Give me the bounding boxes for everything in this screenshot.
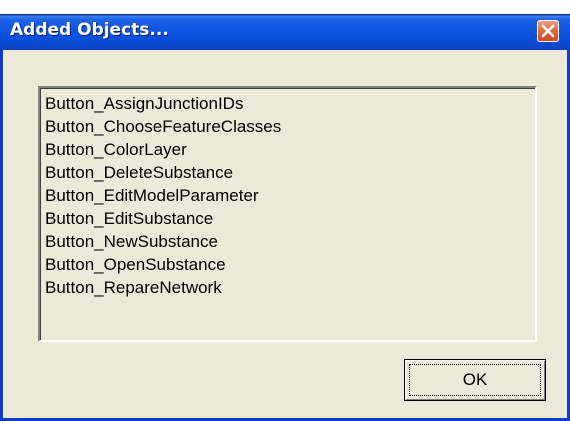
objects-list: Button_AssignJunctionIDs Button_ChooseFe… — [40, 88, 535, 299]
list-item[interactable]: Button_EditModelParameter — [45, 184, 535, 207]
ok-button[interactable]: OK — [404, 359, 546, 401]
title-bar[interactable]: Added Objects... — [0, 14, 570, 50]
list-item[interactable]: Button_ChooseFeatureClasses — [45, 115, 535, 138]
list-item[interactable]: Button_DeleteSubstance — [45, 161, 535, 184]
list-item[interactable]: Button_AssignJunctionIDs — [45, 92, 535, 115]
close-button[interactable] — [537, 20, 559, 42]
list-item[interactable]: Button_NewSubstance — [45, 230, 535, 253]
list-item[interactable]: Button_RepareNetwork — [45, 276, 535, 299]
dialog-window: Added Objects... Button_AssignJunctionID… — [0, 14, 570, 421]
list-item[interactable]: Button_OpenSubstance — [45, 253, 535, 276]
window-title: Added Objects... — [10, 20, 169, 40]
list-item[interactable]: Button_EditSubstance — [45, 207, 535, 230]
ok-button-label: OK — [462, 370, 488, 389]
objects-listbox[interactable]: Button_AssignJunctionIDs Button_ChooseFe… — [38, 86, 537, 342]
close-icon — [538, 21, 558, 41]
list-item[interactable]: Button_ColorLayer — [45, 138, 535, 161]
